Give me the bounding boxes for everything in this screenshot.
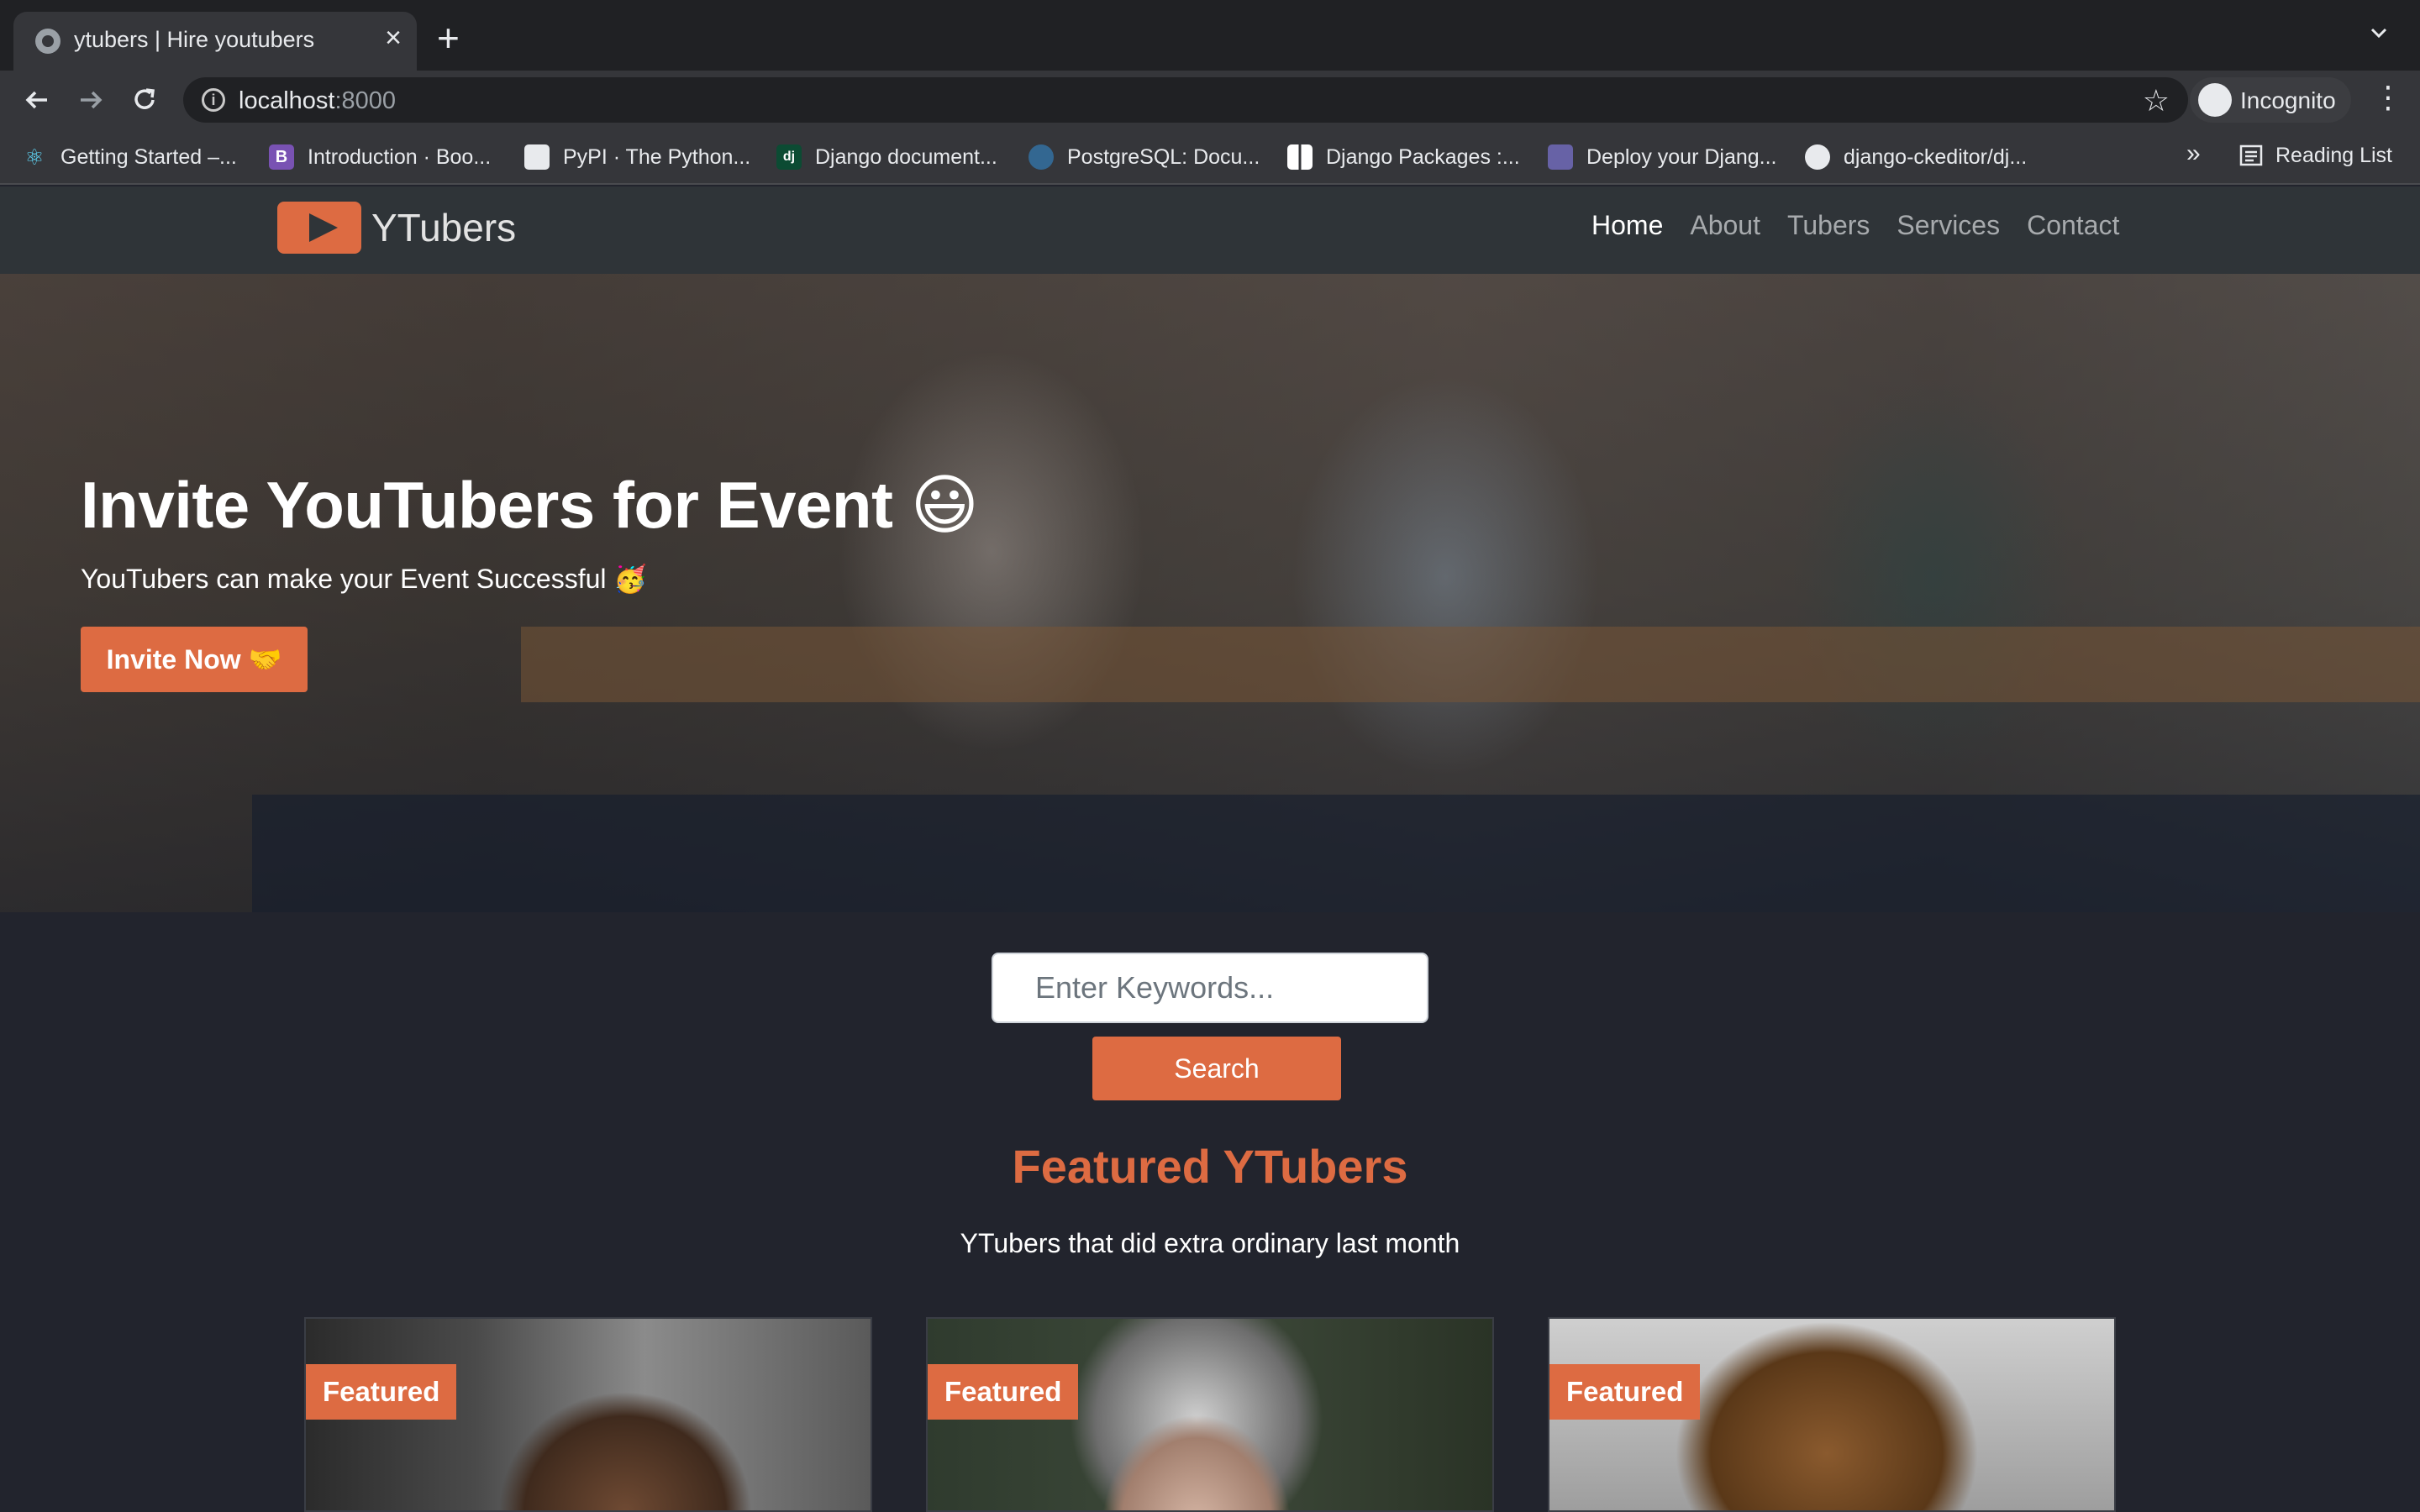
bookmark-item[interactable]: B Introduction · Boo... <box>269 143 491 171</box>
brand-logo[interactable]: YTubers <box>277 202 516 254</box>
search-input[interactable] <box>992 953 1428 1023</box>
featured-badge: Featured <box>1549 1364 1701 1420</box>
bookmark-item[interactable]: dj Django document... <box>776 143 997 171</box>
nav-link-about[interactable]: About <box>1690 210 1760 241</box>
hero-banner: Invite YouTubers for Event 😃 YouTubers c… <box>0 274 2420 912</box>
chevron-down-icon[interactable] <box>2370 24 2388 42</box>
browser-tab-strip: ytubers | Hire youtubers × + <box>0 0 2420 71</box>
globe-icon <box>35 29 60 54</box>
featured-title: Featured YTubers <box>1012 1140 1408 1193</box>
invite-now-button[interactable]: Invite Now 🤝 <box>81 627 308 692</box>
bookmark-item[interactable]: PostgreSQL: Docu... <box>1028 143 1260 171</box>
back-arrow-icon[interactable] <box>20 83 54 117</box>
heroku-icon <box>1548 144 1573 170</box>
bootstrap-icon: B <box>269 144 294 170</box>
search-button[interactable]: Search <box>1092 1037 1341 1100</box>
nav-link-tubers[interactable]: Tubers <box>1787 210 1870 241</box>
profile-label: Incognito <box>2240 87 2336 113</box>
postgresql-icon <box>1028 144 1054 170</box>
reading-list-button[interactable]: Reading List <box>2238 143 2392 168</box>
bookmark-item[interactable]: Django Packages :... <box>1287 143 1520 171</box>
close-icon[interactable]: × <box>385 24 402 52</box>
brand-name: YTubers <box>371 206 517 249</box>
url-text: localhost:8000 <box>239 87 397 114</box>
hero-background-image <box>521 627 2420 702</box>
address-bar[interactable]: i localhost:8000 ☆ <box>183 77 2188 123</box>
nav-link-services[interactable]: Services <box>1897 210 2000 241</box>
react-icon: ⚛ <box>24 144 45 170</box>
bookmarks-bar: ⚛ Getting Started –... B Introduction · … <box>0 129 2420 185</box>
reload-icon[interactable] <box>128 83 161 117</box>
incognito-icon <box>2198 83 2232 117</box>
play-icon <box>277 202 361 254</box>
nav-link-contact[interactable]: Contact <box>2027 210 2119 241</box>
bookmark-item[interactable]: PyPI · The Python... <box>524 143 750 171</box>
browser-tab[interactable]: ytubers | Hire youtubers × <box>13 12 417 71</box>
bookmark-item[interactable]: ⚛ Getting Started –... <box>22 143 237 171</box>
django-packages-icon <box>1287 144 1313 170</box>
featured-badge: Featured <box>928 1364 1079 1420</box>
site-navbar: YTubers Home About Tubers Services Conta… <box>0 186 2420 274</box>
featured-badge: Featured <box>306 1364 457 1420</box>
hero-title: Invite YouTubers for Event 😃 <box>81 468 979 542</box>
bookmark-item[interactable]: django-ckeditor/dj... <box>1805 143 2027 171</box>
featured-card[interactable]: Featured <box>1548 1317 2116 1512</box>
pypi-icon <box>524 144 550 170</box>
forward-arrow-icon[interactable] <box>74 83 108 117</box>
bookmarks-overflow-icon[interactable]: » <box>2186 139 2201 168</box>
more-menu-icon[interactable]: ⋮ <box>2373 82 2403 113</box>
incognito-profile-button[interactable]: Incognito <box>2190 77 2351 123</box>
nav-link-home[interactable]: Home <box>1591 210 1663 241</box>
django-icon: dj <box>776 144 802 170</box>
github-icon <box>1805 144 1830 170</box>
hero-background-shade <box>252 795 2420 912</box>
new-tab-button[interactable]: + <box>437 18 460 57</box>
site-info-icon[interactable]: i <box>202 88 225 112</box>
hero-subtitle: YouTubers can make your Event Successful… <box>81 564 648 594</box>
bookmark-star-icon[interactable]: ☆ <box>2143 83 2170 118</box>
bookmark-item[interactable]: Deploy your Djang... <box>1548 143 1777 171</box>
main-menu: Home About Tubers Services Contact <box>1591 210 2146 241</box>
reading-list-icon <box>2239 144 2263 166</box>
featured-subtitle: YTubers that did extra ordinary last mon… <box>960 1228 1460 1258</box>
featured-card[interactable]: Featured <box>926 1317 1494 1512</box>
tab-title: ytubers | Hire youtubers <box>74 27 315 52</box>
featured-card[interactable]: Featured <box>304 1317 872 1512</box>
browser-toolbar: i localhost:8000 ☆ Incognito ⋮ <box>0 71 2420 129</box>
